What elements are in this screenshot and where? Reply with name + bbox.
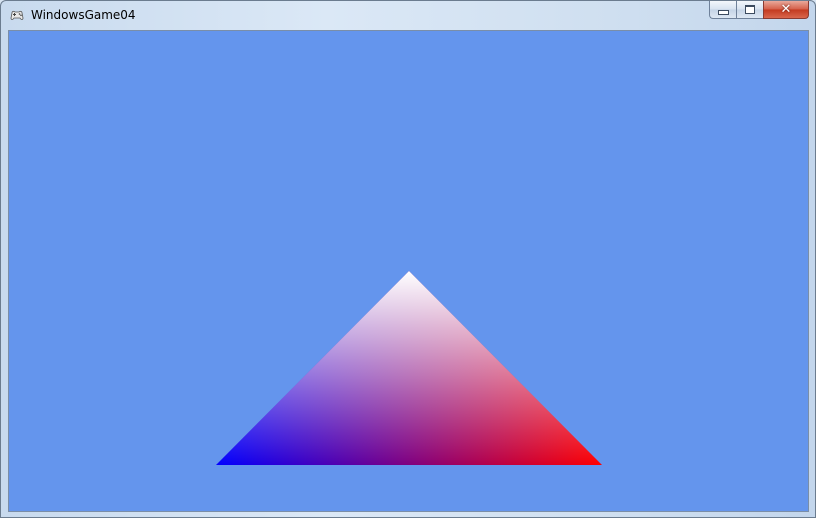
scene-canvas bbox=[216, 271, 602, 465]
minimize-button[interactable] bbox=[709, 1, 736, 19]
maximize-button[interactable] bbox=[736, 1, 763, 19]
close-icon: ✕ bbox=[780, 2, 792, 17]
title-bar[interactable]: WindowsGame04 ✕ bbox=[1, 1, 815, 30]
game-viewport[interactable] bbox=[8, 30, 809, 512]
window-title: WindowsGame04 bbox=[31, 8, 136, 22]
minimize-icon bbox=[717, 9, 729, 15]
triangle-top-blend bbox=[216, 271, 602, 465]
maximize-icon bbox=[745, 5, 755, 14]
close-button[interactable]: ✕ bbox=[763, 1, 809, 19]
window-controls: ✕ bbox=[709, 1, 809, 20]
app-window: WindowsGame04 ✕ bbox=[0, 0, 816, 518]
gamepad-icon[interactable] bbox=[9, 7, 25, 23]
